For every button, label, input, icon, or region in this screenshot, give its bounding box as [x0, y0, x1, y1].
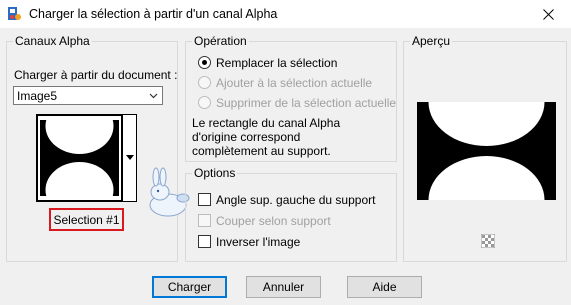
paintshop-app-icon [8, 7, 21, 20]
radio-replace-selection[interactable]: Remplacer la sélection [197, 55, 392, 71]
checkbox-top-left-label: Angle sup. gauche du support [216, 193, 376, 207]
checkbox-crop-to-canvas[interactable]: Couper selon support [197, 213, 392, 229]
checkbox-top-left-corner[interactable]: Angle sup. gauche du support [197, 192, 392, 208]
operation-legend: Opération [192, 34, 249, 48]
load-button[interactable]: Charger [152, 276, 227, 298]
thumbnail-dropdown-button[interactable] [123, 114, 137, 202]
radio-subtract-label: Supprimer de la sélection actuelle [216, 96, 397, 110]
channel-thumbnail [36, 98, 123, 218]
checkbox-crop-label: Couper selon support [216, 214, 331, 228]
radio-replace-label: Remplacer la sélection [216, 56, 338, 70]
help-button[interactable]: Aide [347, 276, 422, 298]
radio-button [198, 76, 211, 89]
options-legend: Options [192, 166, 238, 180]
operation-info-line-1: Le rectangle du canal Alpha [192, 116, 341, 130]
apercu-legend: Aperçu [410, 34, 453, 48]
radio-button [198, 56, 211, 69]
checkbox-invert-label: Inverser l'image [216, 235, 301, 249]
channel-thumbnail-picker[interactable] [36, 98, 140, 218]
window-title: Charger la sélection à partir d'un canal… [29, 7, 278, 21]
radio-subtract-selection[interactable]: Supprimer de la sélection actuelle [197, 95, 396, 111]
chevron-down-icon [149, 93, 158, 99]
document-select[interactable]: Image5 [13, 86, 163, 105]
load-from-document-label: Charger à partir du document : [14, 68, 178, 82]
radio-add-label: Ajouter à la sélection actuelle [216, 76, 373, 90]
cancel-button[interactable]: Annuler [246, 276, 321, 298]
selection-preview-image [417, 102, 556, 200]
operation-info-line-3: complètement au support. [192, 144, 331, 158]
selection-name-box: Selection #1 [49, 208, 124, 231]
canaux-alpha-legend: Canaux Alpha [13, 34, 92, 48]
channel-preview-image [38, 98, 121, 218]
selection-name-label: Selection #1 [53, 212, 120, 227]
operation-info-line-2: d'origine correspond [192, 130, 301, 144]
radio-add-selection[interactable]: Ajouter à la sélection actuelle [197, 75, 392, 91]
caret-down-icon [126, 155, 134, 160]
checkbox-invert-image[interactable]: Inverser l'image [197, 234, 392, 250]
close-button[interactable] [525, 0, 571, 28]
document-select-value: Image5 [17, 89, 58, 103]
title-bar: Charger la sélection à partir d'un canal… [0, 0, 571, 28]
checkbox [198, 193, 211, 206]
close-icon [542, 8, 554, 20]
checkbox [198, 214, 211, 227]
radio-button [198, 96, 211, 109]
transparency-checker-icon[interactable] [481, 234, 495, 248]
checkbox [198, 235, 211, 248]
